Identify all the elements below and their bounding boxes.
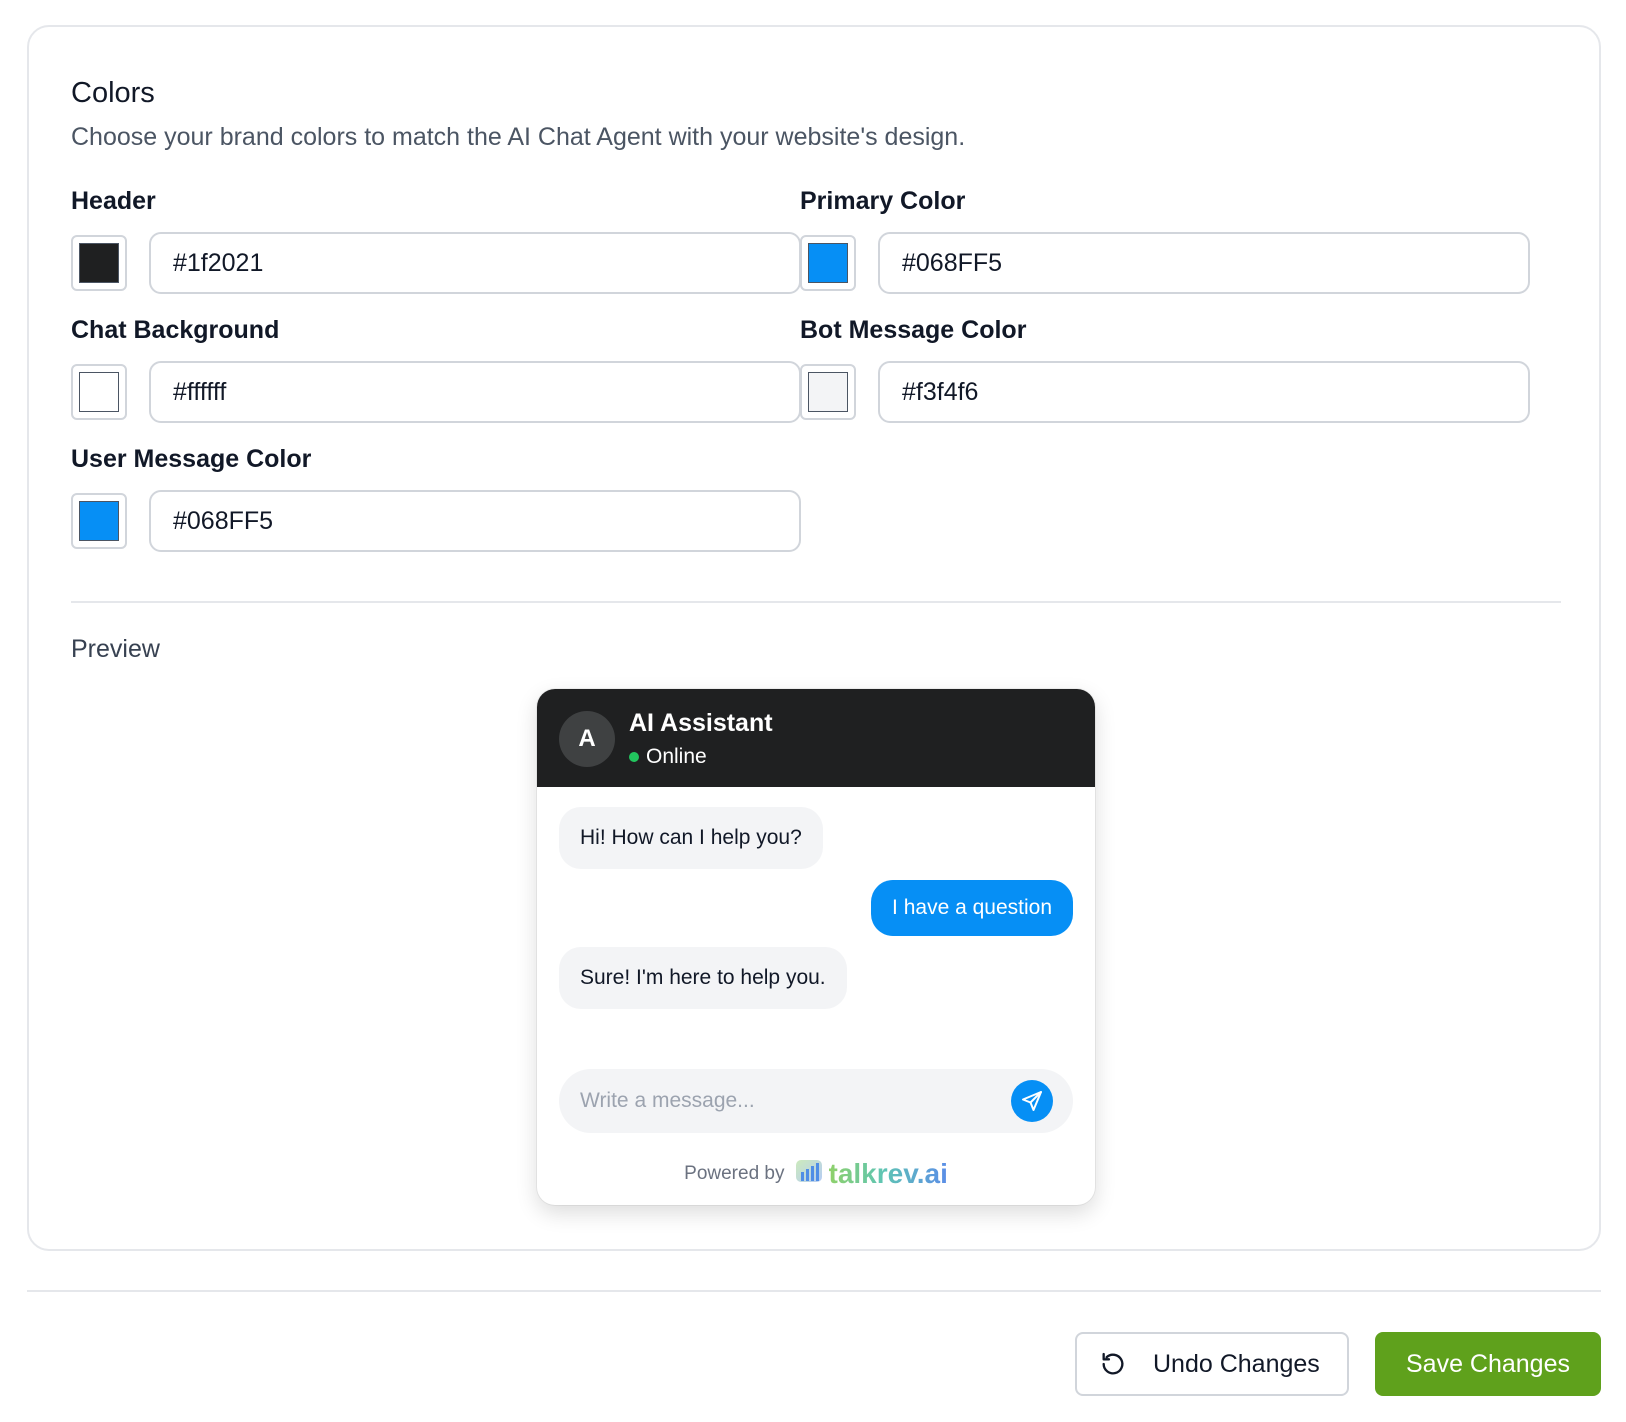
colors-settings-card: Colors Choose your brand colors to match… [27, 25, 1601, 1251]
widget-header: A AI Assistant Online [537, 689, 1095, 787]
swatch-fill [79, 372, 119, 412]
powered-by-text: Powered by [684, 1163, 785, 1184]
footer-divider [27, 1290, 1601, 1292]
field-label: Bot Message Color [800, 316, 1027, 344]
section-divider [71, 601, 1561, 603]
bot-message: Hi! How can I help you? [559, 807, 823, 869]
bot-message: Sure! I'm here to help you. [559, 947, 847, 1009]
primary-color-input[interactable] [878, 232, 1530, 294]
save-changes-button[interactable]: Save Changes [1375, 1332, 1601, 1396]
section-description: Choose your brand colors to match the AI… [71, 123, 966, 151]
user-message-color-input[interactable] [149, 490, 801, 552]
field-bot-message-color: Bot Message Color [800, 313, 1530, 423]
powered-by: Powered by talkrev.ai [537, 1157, 1095, 1191]
talkrev-logo-icon [795, 1159, 825, 1190]
undo-changes-button[interactable]: Undo Changes [1075, 1332, 1349, 1396]
status-indicator: Online [629, 745, 707, 769]
swatch-fill [79, 501, 119, 541]
undo-button-label: Undo Changes [1153, 1349, 1320, 1378]
color-swatch-chat-background[interactable] [71, 364, 127, 420]
field-user-message-color: User Message Color [71, 442, 801, 552]
color-swatch-user-message[interactable] [71, 493, 127, 549]
message-composer [559, 1069, 1073, 1133]
online-dot-icon [629, 752, 639, 762]
send-button[interactable] [1011, 1080, 1053, 1122]
swatch-fill [79, 243, 119, 283]
status-text: Online [646, 745, 707, 768]
field-primary-color: Primary Color [800, 184, 1530, 294]
bot-name: AI Assistant [629, 709, 773, 737]
brand-name[interactable]: talkrev.ai [829, 1158, 948, 1190]
swatch-fill [808, 243, 848, 283]
field-label: Primary Color [800, 187, 966, 215]
chat-widget-preview: A AI Assistant Online Hi! How can I help… [537, 689, 1095, 1205]
undo-icon [1099, 1350, 1127, 1378]
chat-background-color-input[interactable] [149, 361, 801, 423]
color-swatch-primary[interactable] [800, 235, 856, 291]
preview-label: Preview [71, 635, 160, 663]
header-color-input[interactable] [149, 232, 801, 294]
message-input[interactable] [559, 1069, 999, 1133]
field-label: Header [71, 187, 156, 215]
user-message: I have a question [871, 880, 1073, 936]
send-icon [1022, 1091, 1042, 1111]
field-header: Header [71, 184, 801, 294]
field-label: User Message Color [71, 445, 312, 473]
field-label: Chat Background [71, 316, 280, 344]
swatch-fill [808, 372, 848, 412]
color-swatch-bot-message[interactable] [800, 364, 856, 420]
section-title: Colors [71, 77, 155, 109]
avatar: A [559, 711, 615, 767]
color-swatch-header[interactable] [71, 235, 127, 291]
bot-message-color-input[interactable] [878, 361, 1530, 423]
field-chat-background: Chat Background [71, 313, 801, 423]
